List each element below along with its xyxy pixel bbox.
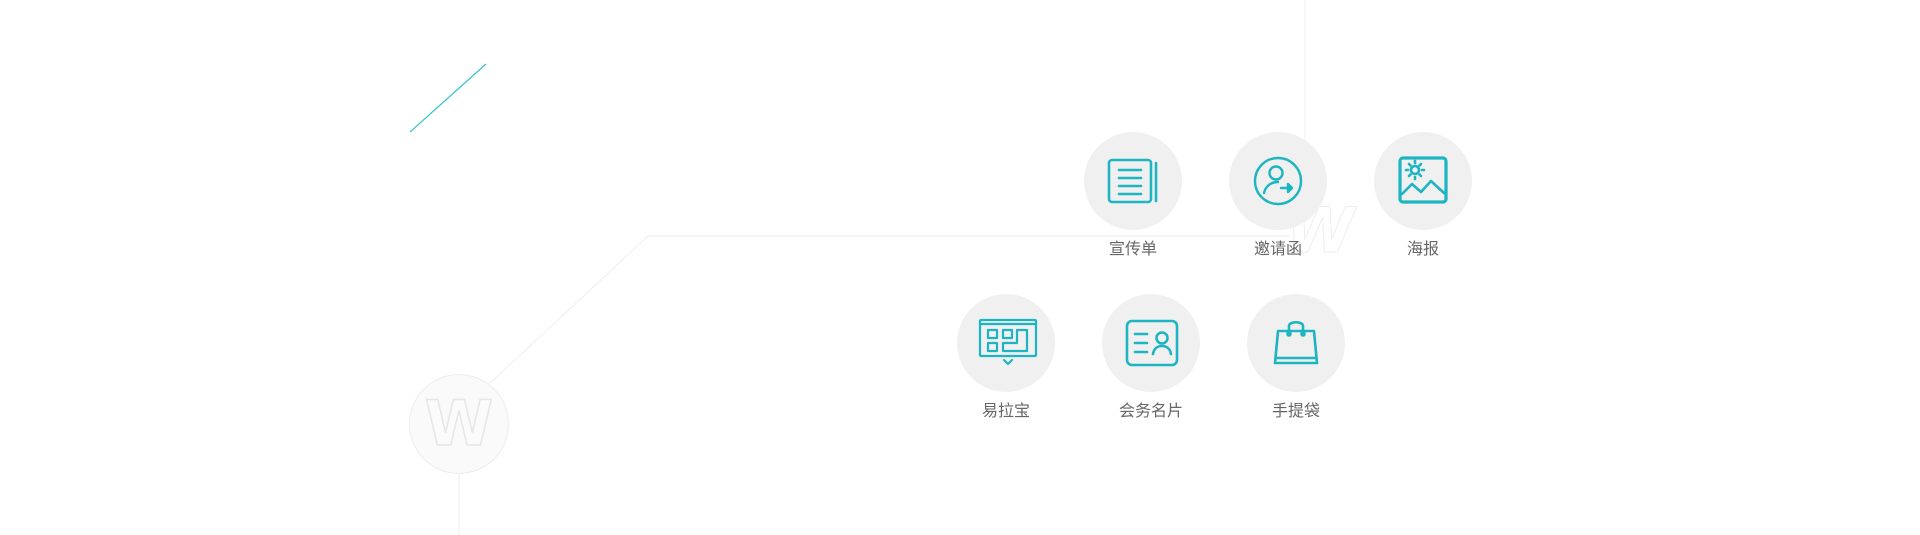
decorative-lines	[409, 0, 1306, 535]
service-label: 邀请函	[1253, 239, 1302, 258]
service-label: 易拉宝	[981, 401, 1030, 420]
service-rollup-banner[interactable]: 易拉宝	[926, 294, 1086, 444]
service-icon-circle	[1102, 294, 1200, 392]
service-icon-circle	[1084, 132, 1182, 230]
brand-logo-badge: W	[409, 374, 509, 474]
service-label: 会务名片	[1118, 401, 1183, 420]
invitation-person-icon	[1253, 156, 1303, 206]
accent-diagonal-line	[409, 63, 487, 133]
flyer-document-icon	[1107, 158, 1158, 204]
service-icon-circle	[1229, 132, 1327, 230]
service-flyer[interactable]: 宣传单	[1053, 132, 1213, 282]
service-poster[interactable]: 海报	[1343, 132, 1503, 282]
service-icon-circle	[1247, 294, 1345, 392]
service-icon-circle	[957, 294, 1055, 392]
service-label: 宣传单	[1108, 239, 1157, 258]
poster-image-icon	[1398, 156, 1448, 204]
business-card-icon	[1125, 319, 1179, 367]
brand-logo-letter: W	[424, 387, 494, 460]
service-label: 海报	[1406, 239, 1439, 258]
service-icon-circle	[1374, 132, 1472, 230]
service-label: 手提袋	[1271, 401, 1320, 420]
service-business-card[interactable]: 会务名片	[1071, 294, 1231, 444]
service-shopping-bag[interactable]: 手提袋	[1216, 294, 1376, 444]
shopping-bag-icon	[1273, 320, 1319, 365]
rollup-banner-icon	[978, 318, 1038, 366]
service-invitation[interactable]: 邀请函	[1198, 132, 1358, 282]
connector-diagonal-line	[486, 235, 649, 387]
